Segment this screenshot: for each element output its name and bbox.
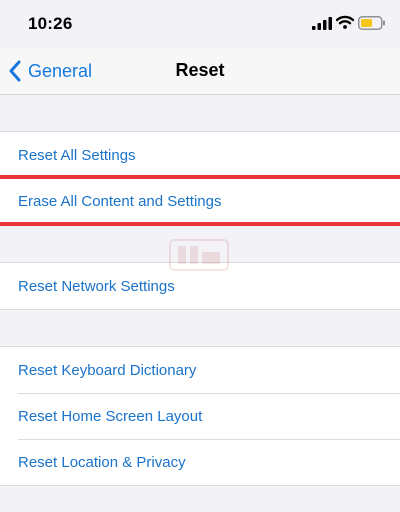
reset-all-settings-row[interactable]: Reset All Settings [0, 132, 400, 178]
row-label: Erase All Content and Settings [18, 192, 222, 210]
navigation-bar: General Reset [0, 48, 400, 95]
row-label: Reset Keyboard Dictionary [18, 361, 197, 379]
reset-home-screen-layout-row[interactable]: Reset Home Screen Layout [0, 393, 400, 439]
row-label: Reset Location & Privacy [18, 453, 186, 471]
row-label: Reset Network Settings [18, 277, 175, 295]
page-title: Reset [175, 60, 225, 80]
reset-location-privacy-row[interactable]: Reset Location & Privacy [0, 439, 400, 485]
status-bar: 10:26 [0, 0, 400, 48]
cellular-signal-icon [312, 17, 332, 30]
highlight-line-top [0, 175, 400, 179]
row-label: Reset All Settings [18, 146, 136, 164]
erase-all-content-row[interactable]: Erase All Content and Settings [0, 178, 400, 224]
watermark-logo [169, 239, 229, 271]
reset-keyboard-dictionary-row[interactable]: Reset Keyboard Dictionary [0, 347, 400, 393]
reset-group-3: Reset Keyboard Dictionary Reset Home Scr… [0, 346, 400, 486]
highlight-line-bottom [0, 222, 400, 226]
wifi-icon [336, 15, 354, 29]
battery-icon [358, 16, 385, 30]
status-time: 10:26 [28, 14, 73, 33]
row-label: Reset Home Screen Layout [18, 407, 203, 425]
